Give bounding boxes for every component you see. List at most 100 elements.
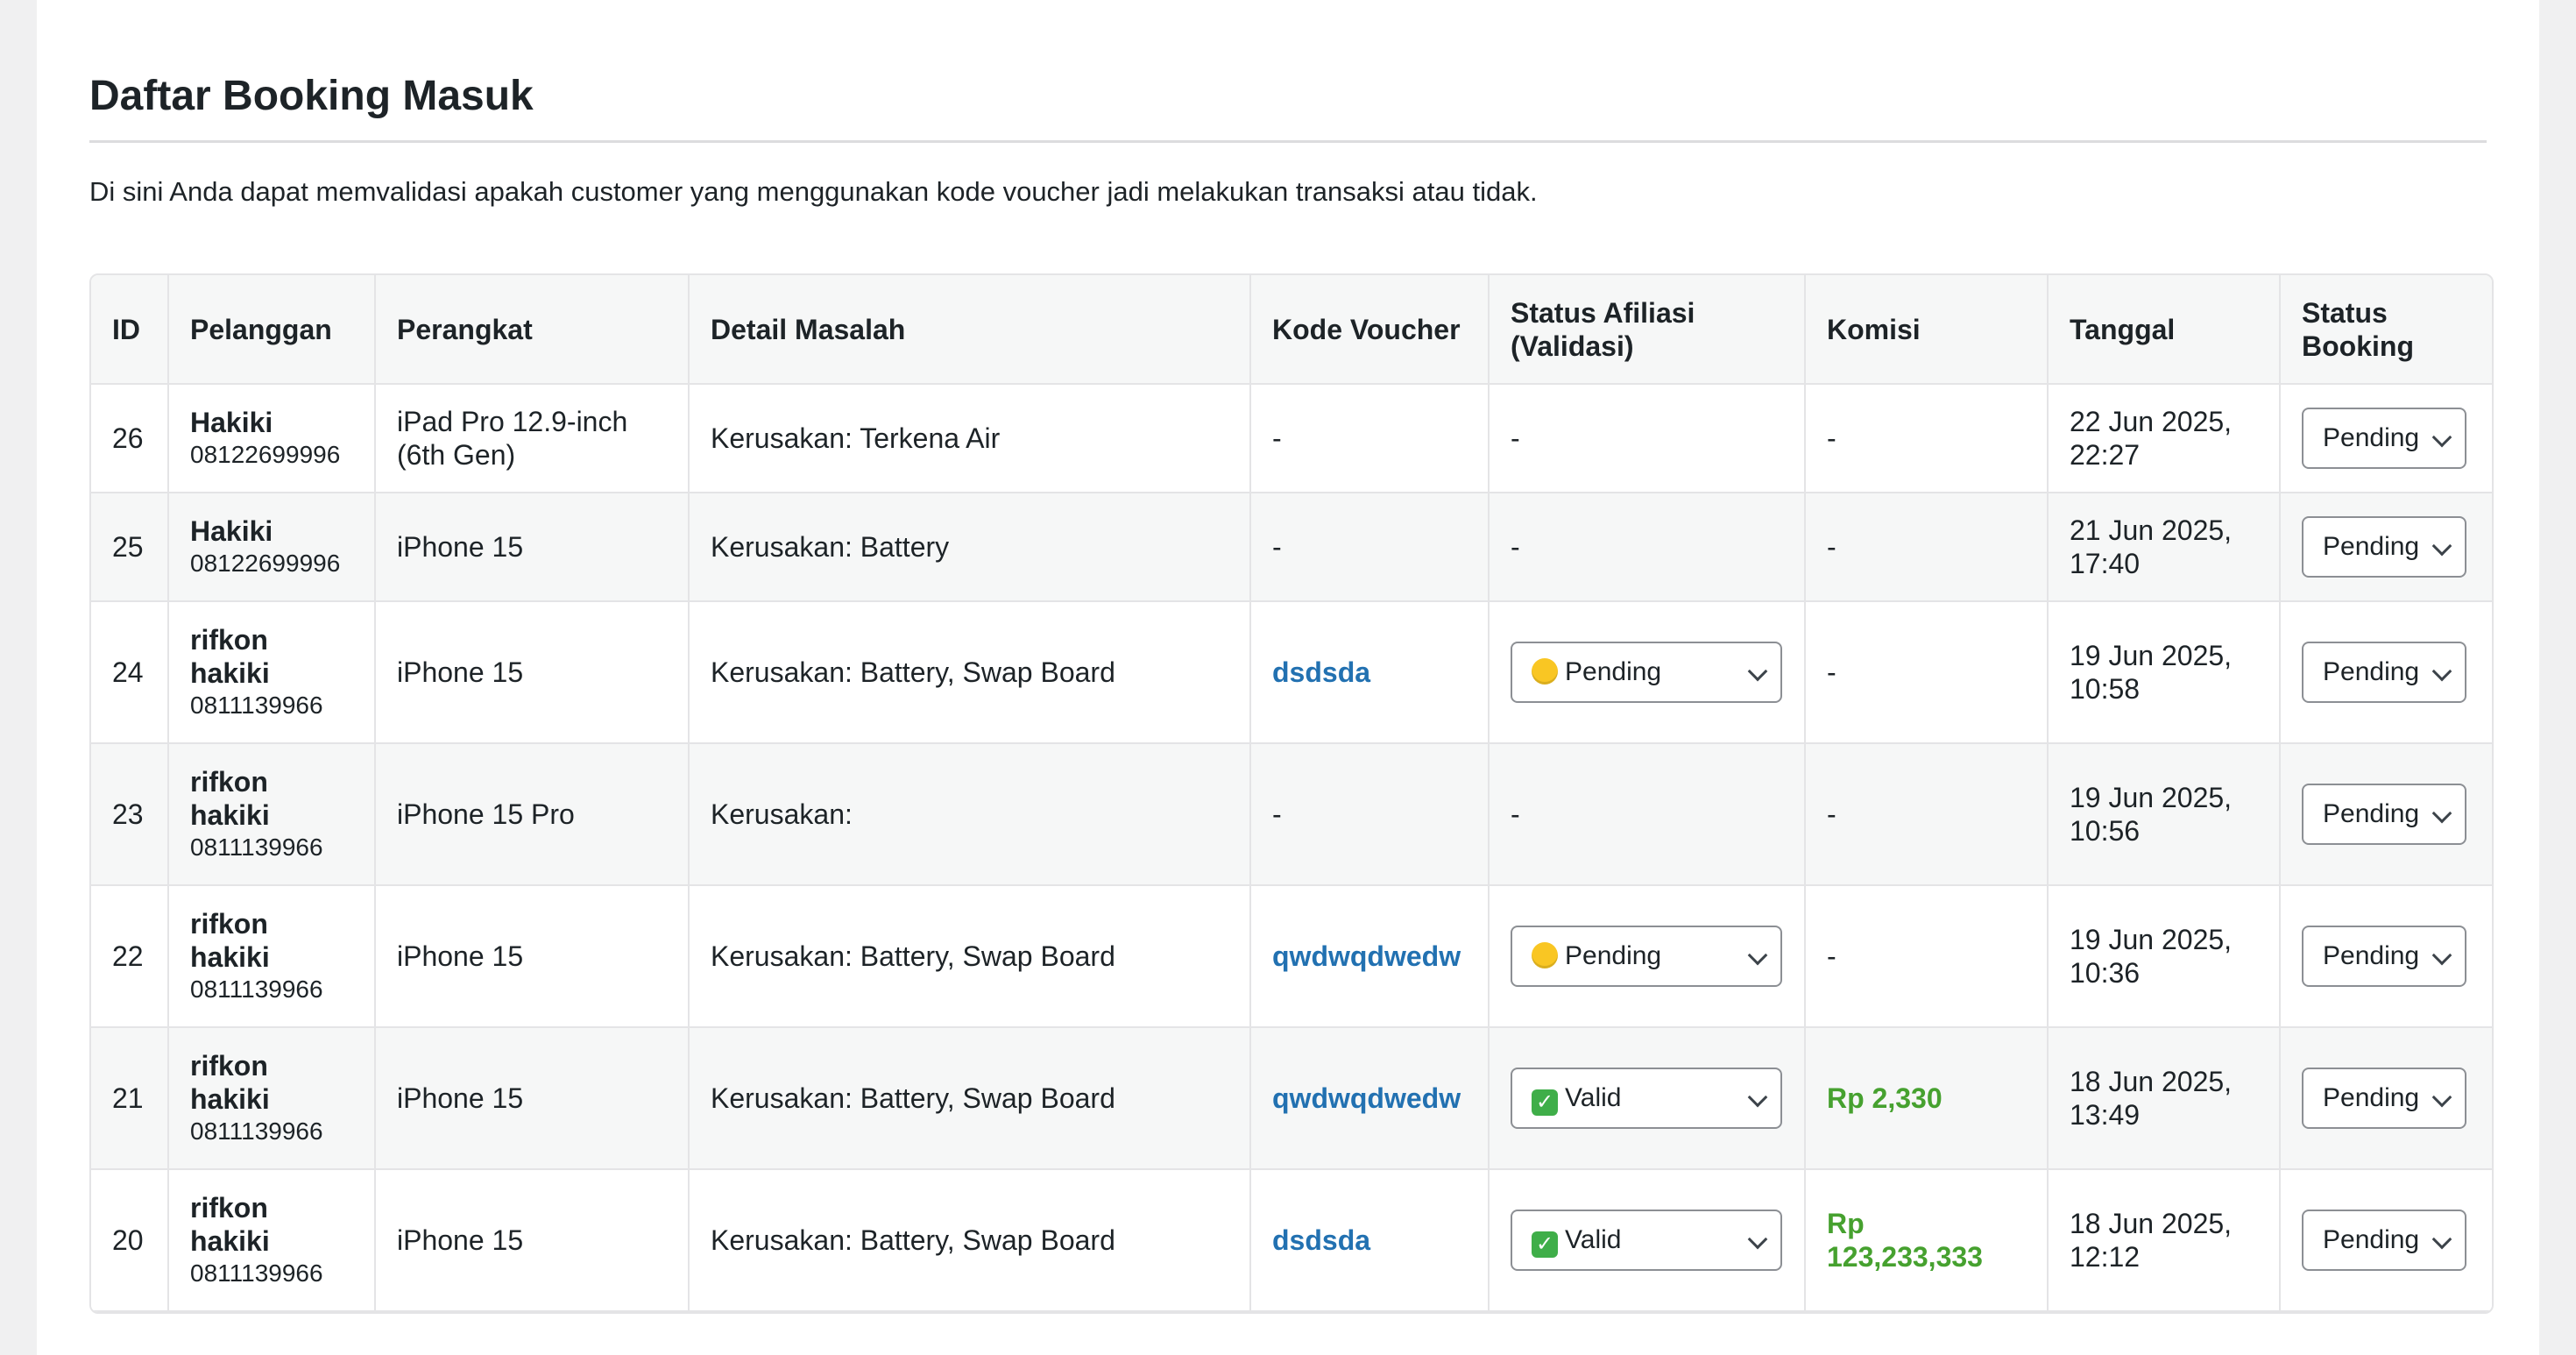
affiliate-status-select[interactable]: ✓ Valid [1511, 1210, 1782, 1271]
chevron-down-icon [2431, 803, 2452, 824]
booking-status-select[interactable]: Pending [2302, 1068, 2466, 1129]
cell-pelanggan: rifkon hakiki 0811139966 [168, 1169, 376, 1312]
device-name: iPhone 15 [397, 1224, 524, 1256]
voucher-code[interactable]: qwdwqdwedw [1272, 1082, 1461, 1114]
cell-pelanggan: rifkon hakiki 0811139966 [168, 743, 376, 886]
device-name: iPad Pro 12.9-inch (6th Gen) [397, 406, 628, 471]
table-header-row: ID Pelanggan Perangkat Detail Masalah Ko… [91, 275, 2492, 385]
booking-status-select[interactable]: Pending [2302, 408, 2466, 469]
cell-komisi: Rp 123,233,333 [1805, 1169, 2049, 1312]
commission-empty: - [1827, 531, 1836, 563]
table-row: 22 rifkon hakiki 0811139966 iPhone 15 Kerusa… [91, 885, 2492, 1028]
chevron-down-icon [2431, 1229, 2452, 1250]
cell-status-booking: Pending [2280, 601, 2492, 744]
customer-phone: 08122699996 [190, 550, 341, 577]
booking-table-container: ID Pelanggan Perangkat Detail Masalah Ko… [89, 273, 2494, 1314]
booking-status-select-value: Pending [2323, 409, 2419, 467]
affiliate-status-select-label: Valid [1565, 1225, 1622, 1254]
commission-amount: Rp 123,233,333 [1827, 1208, 1983, 1273]
cell-kode-voucher: - [1250, 743, 1490, 886]
cell-perangkat: iPhone 15 [375, 1169, 690, 1312]
check-icon: ✓ [1532, 1231, 1558, 1258]
cell-status-afiliasi: Pending [1489, 885, 1806, 1028]
booking-status-select[interactable]: Pending [2302, 516, 2466, 578]
commission-empty: - [1827, 422, 1836, 454]
customer-name: rifkon hakiki [190, 766, 270, 831]
voucher-empty: - [1272, 422, 1282, 454]
voucher-code[interactable]: dsdsda [1272, 656, 1370, 688]
table-row: 24 rifkon hakiki 0811139966 iPhone 15 Kerusa… [91, 601, 2492, 744]
cell-id: 20 [91, 1169, 169, 1312]
cell-perangkat: iPhone 15 [375, 493, 690, 602]
cell-perangkat: iPhone 15 [375, 1027, 690, 1170]
booking-status-select-label: Pending [2323, 1225, 2420, 1254]
booking-id: 26 [112, 422, 144, 454]
device-name: iPhone 15 Pro [397, 798, 575, 830]
booking-status-select[interactable]: Pending [2302, 784, 2466, 845]
booking-status-select[interactable]: Pending [2302, 642, 2466, 703]
booking-id: 22 [112, 940, 144, 972]
cell-perangkat: iPhone 15 Pro [375, 743, 690, 886]
booking-status-select-value: Pending [2323, 643, 2419, 701]
cell-tanggal: 19 Jun 2025, 10:36 [2048, 885, 2281, 1028]
commission-empty: - [1827, 656, 1836, 688]
booking-date: 19 Jun 2025, 10:58 [2070, 640, 2233, 705]
header-detail-masalah: Detail Masalah [689, 275, 1251, 385]
header-status-afiliasi: Status Afiliasi (Validasi) [1489, 275, 1806, 385]
cell-status-afiliasi: - [1489, 384, 1806, 493]
cell-id: 22 [91, 885, 169, 1028]
cell-kode-voucher: dsdsda [1250, 601, 1490, 744]
commission-amount: Rp 2,330 [1827, 1082, 1943, 1114]
affiliate-status-select[interactable]: Pending [1511, 926, 1782, 987]
header-tanggal: Tanggal [2048, 275, 2281, 385]
booking-id: 25 [112, 531, 144, 563]
booking-table: ID Pelanggan Perangkat Detail Masalah Ko… [91, 275, 2492, 1312]
booking-status-select-label: Pending [2323, 799, 2420, 828]
cell-perangkat: iPhone 15 [375, 885, 690, 1028]
voucher-code[interactable]: dsdsda [1272, 1224, 1370, 1256]
table-body: 26 Hakiki 08122699996 iPad Pro 12.9-inch (6… [91, 384, 2492, 1312]
voucher-code[interactable]: qwdwqdwedw [1272, 940, 1461, 972]
booking-status-select-value: Pending [2323, 518, 2419, 576]
booking-status-select-label: Pending [2323, 532, 2420, 561]
booking-status-select-value: Pending [2323, 1069, 2419, 1127]
cell-pelanggan: Hakiki 08122699996 [168, 493, 376, 602]
booking-status-select[interactable]: Pending [2302, 1210, 2466, 1271]
cell-kode-voucher: qwdwqdwedw [1250, 1027, 1490, 1170]
cell-komisi: Rp 2,330 [1805, 1027, 2049, 1170]
booking-status-select[interactable]: Pending [2302, 926, 2466, 987]
booking-status-select-value: Pending [2323, 785, 2419, 843]
cell-komisi: - [1805, 743, 2049, 886]
pending-dot-icon [1532, 658, 1558, 685]
cell-perangkat: iPhone 15 [375, 601, 690, 744]
affiliate-status-empty: - [1511, 422, 1520, 454]
cell-pelanggan: rifkon hakiki 0811139966 [168, 1027, 376, 1170]
cell-komisi: - [1805, 384, 2049, 493]
page-description: Di sini Anda dapat memvalidasi apakah cu… [89, 176, 1538, 207]
cell-status-booking: Pending [2280, 493, 2492, 602]
affiliate-status-select-value: ✓ Valid [1532, 1211, 1621, 1269]
pending-dot-icon [1532, 942, 1558, 968]
header-perangkat: Perangkat [375, 275, 690, 385]
booking-id: 24 [112, 656, 144, 688]
cell-status-booking: Pending [2280, 1169, 2492, 1312]
cell-status-booking: Pending [2280, 384, 2492, 493]
problem-detail: Kerusakan: Battery, Swap Board [711, 656, 1115, 688]
affiliate-status-select[interactable]: Pending [1511, 642, 1782, 703]
booking-date: 21 Jun 2025, 17:40 [2070, 514, 2233, 579]
device-name: iPhone 15 [397, 656, 524, 688]
affiliate-status-empty: - [1511, 531, 1520, 563]
booking-panel: Daftar Booking Masuk Di sini Anda dapat … [37, 0, 2539, 1355]
booking-id: 23 [112, 798, 144, 830]
cell-detail-masalah: Kerusakan: Battery, Swap Board [689, 885, 1251, 1028]
affiliate-status-select[interactable]: ✓ Valid [1511, 1068, 1782, 1129]
affiliate-status-select-value: Pending [1532, 927, 1661, 985]
chevron-down-icon [1747, 661, 1768, 682]
cell-status-booking: Pending [2280, 743, 2492, 886]
chevron-down-icon [1747, 1087, 1768, 1108]
customer-phone: 0811139966 [190, 975, 323, 1003]
check-icon: ✓ [1532, 1089, 1558, 1116]
table-row: 21 rifkon hakiki 0811139966 iPhone 15 Kerusa… [91, 1027, 2492, 1170]
customer-phone: 0811139966 [190, 1117, 323, 1145]
problem-detail: Kerusakan: Battery, Swap Board [711, 1224, 1115, 1256]
